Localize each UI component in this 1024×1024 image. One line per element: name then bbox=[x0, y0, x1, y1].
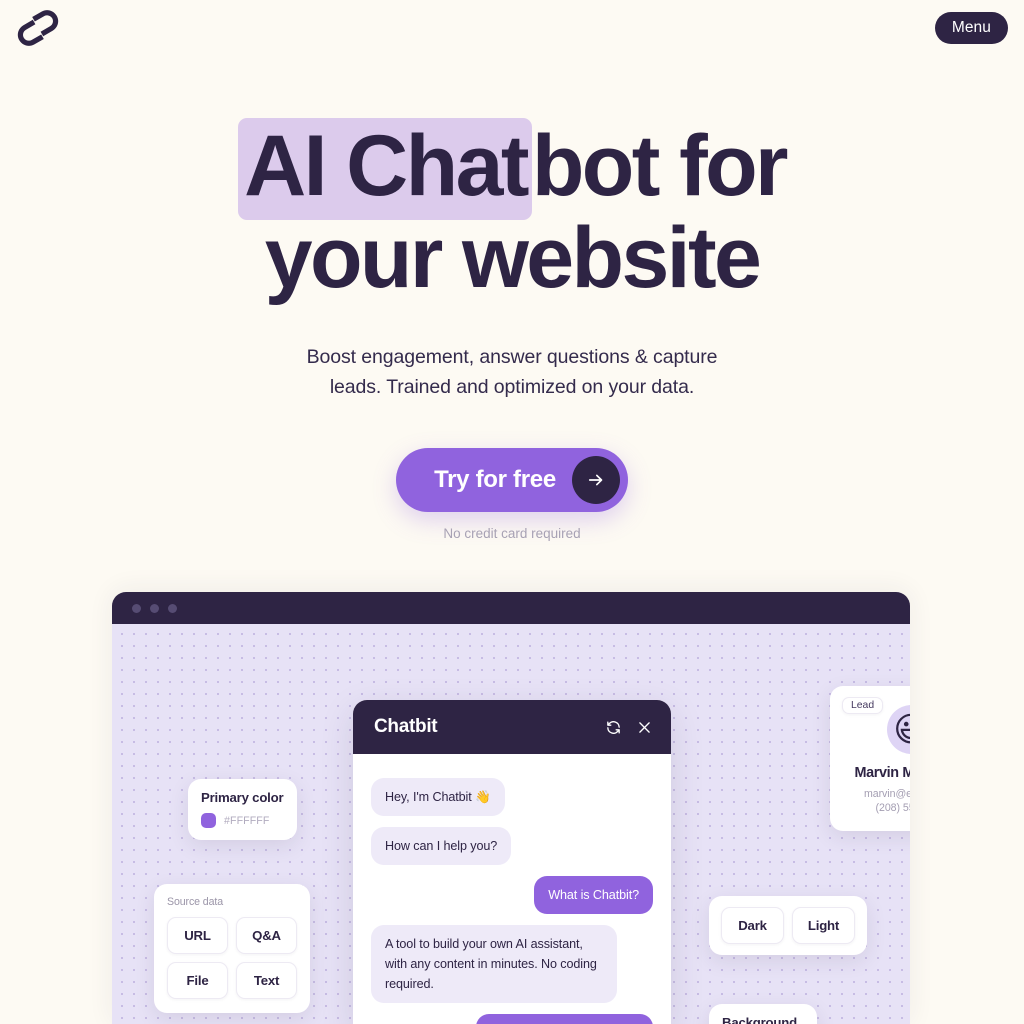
chat-message-user: Can I add it to my website? bbox=[475, 1014, 653, 1024]
window-dot-close-icon bbox=[132, 603, 141, 613]
hero-subtitle: Boost engagement, answer questions & cap… bbox=[0, 342, 1024, 402]
menu-button[interactable]: Menu bbox=[934, 12, 1008, 44]
close-icon[interactable] bbox=[636, 719, 653, 736]
chat-message-bot: A tool to build your own AI assistant, w… bbox=[371, 925, 617, 1003]
chat-message-list: Hey, I'm Chatbit 👋 How can I help you? W… bbox=[353, 754, 671, 1024]
source-option-file[interactable]: File bbox=[167, 962, 228, 999]
person-avatar-icon: 😃 bbox=[886, 705, 910, 754]
try-for-free-button[interactable]: Try for free bbox=[396, 448, 628, 512]
browser-chrome-bar bbox=[112, 592, 910, 624]
brand-logo-link[interactable] bbox=[16, 9, 60, 47]
theme-option-dark[interactable]: Dark bbox=[721, 907, 784, 944]
cta-label: Try for free bbox=[434, 466, 556, 493]
chatbit-link-logo-icon bbox=[17, 10, 59, 46]
cta-arrow-circle bbox=[571, 456, 620, 504]
top-navigation-bar: Menu bbox=[0, 0, 1024, 56]
primary-color-label: Primary color bbox=[201, 790, 284, 805]
page-title: AI Chatbot for your website bbox=[0, 118, 1024, 306]
hero-subtitle-line2: leads. Trained and optimized on your dat… bbox=[329, 376, 695, 398]
source-option-qa[interactable]: Q&A bbox=[236, 917, 297, 954]
browser-mockup: Primary color #FFFFFF Source data URL Q&… bbox=[112, 592, 910, 1024]
chat-widget: Chatbit Hey, I'm Chatbit 👋 How can I hel… bbox=[353, 700, 671, 1024]
theme-options: Dark Light bbox=[721, 907, 855, 944]
background-color-label: Background bbox=[722, 1015, 797, 1024]
lead-phone: (208) 555-0112 bbox=[875, 802, 910, 814]
background-color-card: Background #FFFFFF bbox=[709, 1004, 817, 1024]
lead-badge: Lead bbox=[842, 697, 884, 714]
window-dot-maximize-icon bbox=[168, 603, 177, 613]
hero-subtitle-line1: Boost engagement, answer questions & cap… bbox=[306, 346, 718, 368]
hero-section: AI Chatbot for your website Boost engage… bbox=[0, 118, 1024, 541]
lead-name: Marvin McKinney bbox=[854, 765, 910, 781]
theme-option-light[interactable]: Light bbox=[792, 907, 855, 944]
cta-container: Try for free bbox=[0, 448, 1024, 512]
source-data-card: Source data URL Q&A File Text bbox=[154, 884, 310, 1013]
cta-subtext: No credit card required bbox=[443, 526, 581, 541]
chat-message-user: What is Chatbit? bbox=[534, 876, 653, 914]
color-swatch-icon[interactable] bbox=[201, 813, 216, 828]
source-option-text[interactable]: Text bbox=[236, 962, 297, 999]
primary-color-card: Primary color #FFFFFF bbox=[188, 779, 297, 840]
page-title-rest: bot for bbox=[531, 118, 789, 214]
chat-message-bot: Hey, I'm Chatbit 👋 bbox=[371, 778, 505, 816]
lead-card: Lead 😃 Marvin McKinney marvin@ex-dot.com… bbox=[830, 686, 910, 831]
refresh-icon[interactable] bbox=[605, 719, 622, 736]
page-title-highlight: AI Chat bbox=[238, 118, 532, 220]
chat-widget-title: Chatbit bbox=[374, 716, 438, 737]
primary-color-value-row: #FFFFFF bbox=[201, 813, 284, 828]
theme-card: Dark Light bbox=[709, 896, 867, 955]
chat-widget-header: Chatbit bbox=[353, 700, 671, 754]
arrow-right-icon bbox=[588, 474, 603, 486]
window-dot-minimize-icon bbox=[150, 603, 159, 613]
primary-color-hex: #FFFFFF bbox=[224, 814, 270, 827]
source-data-label: Source data bbox=[167, 896, 224, 908]
lead-contact: marvin@ex-dot.com (208) 555-0112 bbox=[842, 787, 910, 815]
source-option-url[interactable]: URL bbox=[167, 917, 228, 954]
lead-email: marvin@ex-dot.com bbox=[863, 788, 910, 800]
page-title-line2: your website bbox=[264, 210, 762, 306]
chat-widget-actions bbox=[605, 719, 653, 736]
source-data-options: URL Q&A File Text bbox=[167, 917, 297, 999]
browser-canvas: Primary color #FFFFFF Source data URL Q&… bbox=[112, 624, 910, 1024]
chat-message-bot: How can I help you? bbox=[371, 827, 512, 865]
